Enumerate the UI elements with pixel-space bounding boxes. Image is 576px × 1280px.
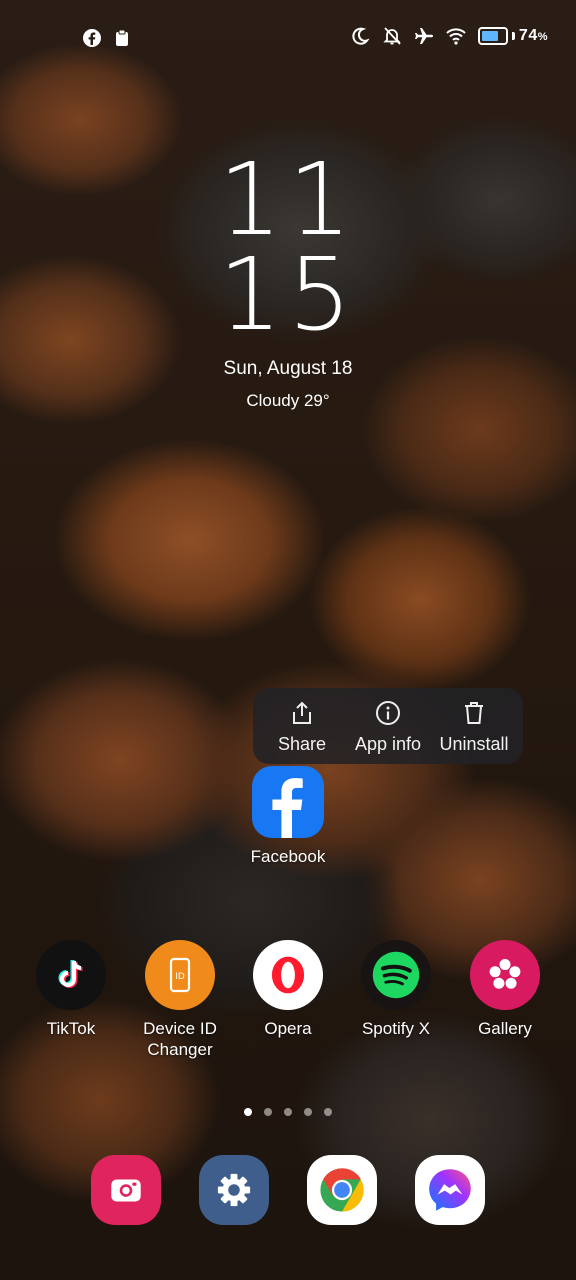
page-dot xyxy=(284,1108,292,1116)
app-facebook[interactable]: Facebook xyxy=(233,766,343,867)
page-dot xyxy=(304,1108,312,1116)
info-icon xyxy=(376,701,400,725)
dock-settings[interactable] xyxy=(179,1155,289,1225)
device-id-changer-label: Device ID Changer xyxy=(143,1019,217,1059)
battery-percent: 74% xyxy=(518,27,548,44)
spotify-icon xyxy=(361,940,431,1010)
opera-icon xyxy=(253,940,323,1010)
gallery-label: Gallery xyxy=(478,1019,532,1038)
uninstall-label: Uninstall xyxy=(439,734,509,754)
moon-icon xyxy=(350,26,370,46)
app-gallery[interactable]: Gallery xyxy=(450,940,560,1039)
device-id-icon: ID xyxy=(145,940,215,1010)
dock-messenger[interactable] xyxy=(395,1155,505,1225)
tiktok-icon xyxy=(36,940,106,1010)
tiktok-label: TikTok xyxy=(46,1019,96,1038)
spotify-x-label: Spotify X xyxy=(361,1019,431,1038)
clock-date: Sun, August 18 xyxy=(223,358,353,379)
wifi-icon xyxy=(446,26,466,46)
chrome-icon xyxy=(307,1155,377,1225)
camera-icon xyxy=(91,1155,161,1225)
airplane-icon xyxy=(414,26,434,46)
dock-camera[interactable] xyxy=(71,1155,181,1225)
bell-off-icon xyxy=(382,26,402,46)
app-info-label: App info xyxy=(354,734,422,754)
status-bar: 74% xyxy=(0,0,576,76)
battery-icon: 74% xyxy=(477,27,548,45)
clipboard-icon xyxy=(112,28,132,48)
app-device-id-changer[interactable]: ID Device ID Changer xyxy=(125,940,235,1060)
trash-icon xyxy=(465,702,483,724)
app-info-button[interactable]: App info xyxy=(345,688,431,764)
share-button[interactable]: Share xyxy=(259,688,345,764)
messenger-icon xyxy=(415,1155,485,1225)
page-indicator[interactable] xyxy=(0,1108,576,1116)
share-label: Share xyxy=(277,734,327,754)
app-context-menu: Share App info Uninstall xyxy=(253,688,523,764)
opera-label: Opera xyxy=(264,1019,312,1038)
share-icon xyxy=(293,701,311,724)
facebook-notification-icon xyxy=(82,28,102,48)
app-spotify-x[interactable]: Spotify X xyxy=(341,940,451,1039)
uninstall-button[interactable]: Uninstall xyxy=(431,688,517,764)
dock-chrome[interactable] xyxy=(287,1155,397,1225)
page-dot xyxy=(244,1108,252,1116)
app-opera[interactable]: Opera xyxy=(233,940,343,1039)
facebook-label: Facebook xyxy=(250,847,326,866)
gallery-icon xyxy=(470,940,540,1010)
page-dot xyxy=(264,1108,272,1116)
settings-gear-icon xyxy=(199,1155,269,1225)
svg-text:ID: ID xyxy=(175,972,185,982)
battery-fill xyxy=(481,31,498,41)
clock-hour: 11 xyxy=(218,141,358,258)
weather-text: Cloudy 29° xyxy=(246,391,330,410)
page-dot xyxy=(324,1108,332,1116)
clock-minute: 15 xyxy=(218,236,358,353)
facebook-icon xyxy=(252,766,324,838)
app-tiktok[interactable]: TikTok xyxy=(16,940,126,1039)
